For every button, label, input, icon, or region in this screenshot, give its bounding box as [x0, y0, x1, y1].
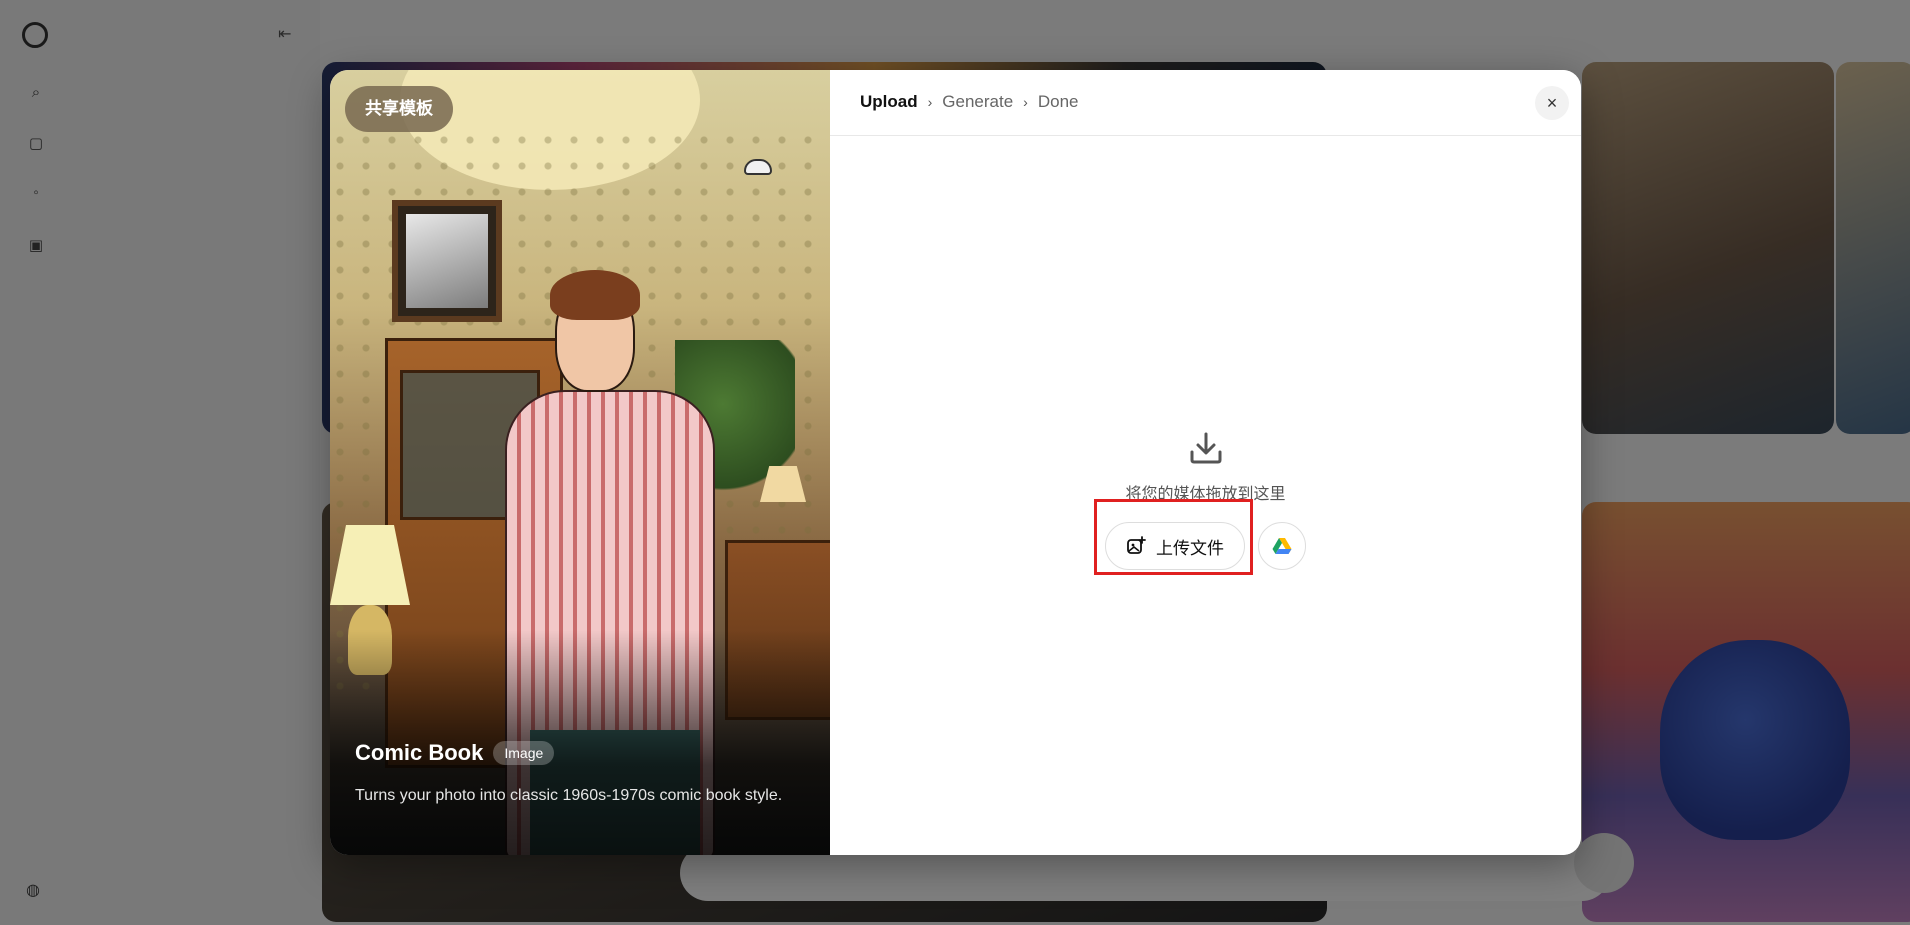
template-preview: 共享模板 Comic Book Image Turns your photo i… [330, 70, 830, 855]
close-icon: × [1546, 93, 1558, 113]
google-drive-icon [1272, 538, 1292, 554]
preview-smoke-detector [744, 159, 772, 175]
template-modal: 共享模板 Comic Book Image Turns your photo i… [330, 70, 1581, 855]
step-separator: › [1023, 94, 1028, 110]
close-button[interactable]: × [1535, 86, 1569, 120]
preview-wall-frame [392, 200, 502, 322]
upload-panel: Upload › Generate › Done × 将您的媒体拖放到这里 上传… [830, 70, 1581, 855]
step-done: Done [1037, 92, 1079, 111]
image-add-icon [1127, 536, 1146, 554]
drop-instruction: 将您的媒体拖放到这里 [1125, 486, 1286, 503]
template-type-tag: Image [493, 741, 555, 765]
template-title: Comic Book [355, 740, 484, 765]
step-generate: Generate [942, 92, 1014, 111]
google-drive-button[interactable] [1258, 522, 1306, 570]
template-title-row: Comic Book Image [355, 740, 555, 766]
upload-file-button[interactable]: 上传文件 [1105, 522, 1245, 570]
step-breadcrumb: Upload › Generate › Done [860, 92, 1078, 112]
step-upload: Upload [860, 92, 918, 111]
upload-file-label: 上传文件 [1156, 538, 1224, 558]
shared-template-badge: 共享模板 [345, 86, 453, 132]
step-separator: › [927, 94, 933, 110]
download-tray-icon [1190, 432, 1222, 464]
preview-person-hair [550, 270, 640, 320]
template-description: Turns your photo into classic 1960s-1970… [355, 787, 783, 804]
